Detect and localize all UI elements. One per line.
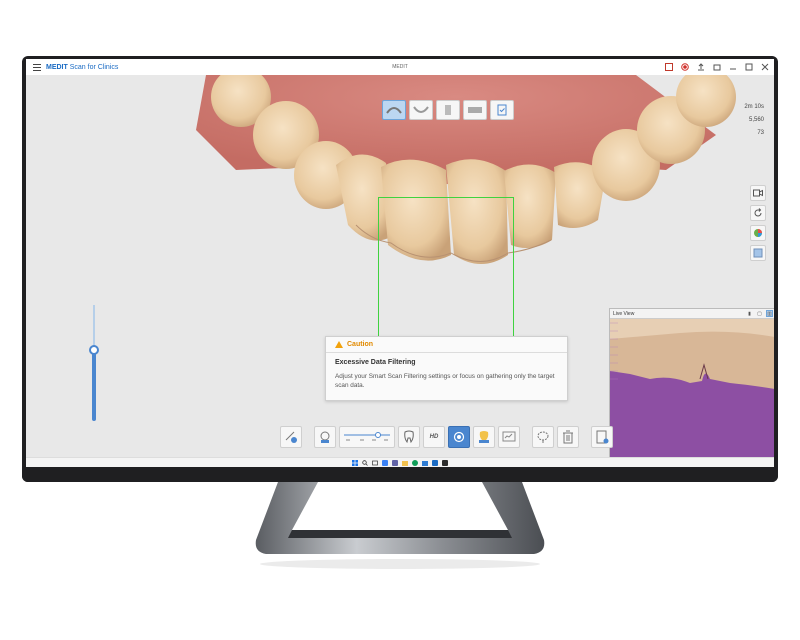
- terminal-icon[interactable]: [442, 460, 448, 466]
- lasso-trim-tool[interactable]: [532, 426, 554, 448]
- file-explorer-icon[interactable]: [402, 460, 408, 466]
- delete-icon[interactable]: [557, 426, 579, 448]
- monitor-stand: [255, 482, 545, 569]
- crop-icon[interactable]: ▢: [756, 310, 763, 317]
- widgets-icon[interactable]: [382, 460, 388, 466]
- scan-count: 5,560: [748, 117, 764, 123]
- app-name: Scan for Clinics: [69, 63, 119, 71]
- restore-icon[interactable]: [711, 61, 722, 72]
- caution-message: Adjust your Smart Scan Filtering setting…: [335, 373, 555, 389]
- edge-browser-icon[interactable]: [412, 460, 418, 466]
- smart-filter-tool[interactable]: [314, 426, 336, 448]
- ai-scan-tool[interactable]: [473, 426, 495, 448]
- stage-complete[interactable]: [490, 100, 514, 120]
- live-view-panel: Live View ▮ ▢ ▥: [609, 308, 774, 460]
- live-view-label: Live View: [613, 310, 635, 317]
- caution-header: Caution: [326, 337, 567, 353]
- camera-icon[interactable]: [750, 185, 766, 201]
- brand-name: MEDIT: [46, 63, 68, 71]
- stage-data[interactable]: [463, 100, 487, 120]
- color-palette-icon[interactable]: [750, 225, 766, 241]
- slider-track-filled: [92, 351, 96, 421]
- caution-label: Caution: [347, 341, 374, 348]
- medit-app-icon[interactable]: [432, 460, 438, 466]
- slider-knob[interactable]: [89, 345, 99, 355]
- hamburger-menu-icon[interactable]: [30, 60, 44, 74]
- record-icon[interactable]: [679, 61, 690, 72]
- close-icon[interactable]: [759, 61, 770, 72]
- maximize-icon[interactable]: [743, 61, 754, 72]
- hd-label: HD: [429, 434, 439, 440]
- chat-icon[interactable]: [392, 460, 398, 466]
- record-scan-button[interactable]: [448, 426, 470, 448]
- right-toolbar: [750, 185, 766, 261]
- tooth-tool[interactable]: [398, 426, 420, 448]
- store-icon[interactable]: [422, 460, 428, 466]
- depth-slider[interactable]: [89, 305, 99, 421]
- window-title: MEDIT: [392, 64, 408, 70]
- task-view-icon[interactable]: [372, 460, 378, 466]
- scan-area-tool[interactable]: [280, 426, 302, 448]
- live-view-header: Live View ▮ ▢ ▥: [610, 309, 774, 319]
- filter-level-slider[interactable]: [339, 426, 395, 448]
- stage-occlusion[interactable]: [436, 100, 460, 120]
- monitor-chin: [22, 468, 778, 482]
- stage-lower-jaw[interactable]: [409, 100, 433, 120]
- window-controls: [663, 61, 770, 72]
- live-camera-feed: [610, 319, 774, 459]
- live-view-controls: ▮ ▢ ▥: [746, 310, 773, 317]
- split-view-icon[interactable]: ▥: [766, 310, 773, 317]
- scan-quality: 73: [757, 130, 764, 136]
- caution-heading: Excessive Data Filtering: [335, 359, 416, 366]
- bottom-toolbar: HD: [280, 425, 613, 449]
- texture-icon[interactable]: [750, 245, 766, 261]
- scan-stats: 2m 10s 5,560 73: [744, 101, 764, 140]
- upload-icon[interactable]: [695, 61, 706, 72]
- scan-stage-bar: [382, 100, 514, 120]
- title-bar: MEDIT Scan for Clinics MEDIT: [26, 59, 774, 76]
- minimize-icon[interactable]: [727, 61, 738, 72]
- pin-icon[interactable]: ▮: [746, 310, 753, 317]
- windows-start-icon[interactable]: [352, 460, 358, 466]
- search-icon[interactable]: [362, 460, 368, 466]
- scan-time: 2m 10s: [744, 104, 764, 110]
- screen: MEDIT Scan for Clinics MEDIT 2m 10s 5,56…: [26, 59, 774, 467]
- data-tool[interactable]: [498, 426, 520, 448]
- warning-icon: [335, 341, 343, 348]
- stage-upper-jaw[interactable]: [382, 100, 406, 120]
- os-taskbar: [26, 457, 774, 467]
- save-note-tool[interactable]: [591, 426, 613, 448]
- app-title: MEDIT Scan for Clinics: [46, 64, 118, 71]
- hd-mode-tool[interactable]: HD: [423, 426, 445, 448]
- report-icon[interactable]: [663, 61, 674, 72]
- scan-viewport[interactable]: 2m 10s 5,560 73 Caution Excessive Data F…: [26, 75, 774, 460]
- scan-focus-box: [378, 197, 514, 337]
- caution-dialog: Caution Excessive Data Filtering Adjust …: [325, 336, 568, 401]
- rotate-icon[interactable]: [750, 205, 766, 221]
